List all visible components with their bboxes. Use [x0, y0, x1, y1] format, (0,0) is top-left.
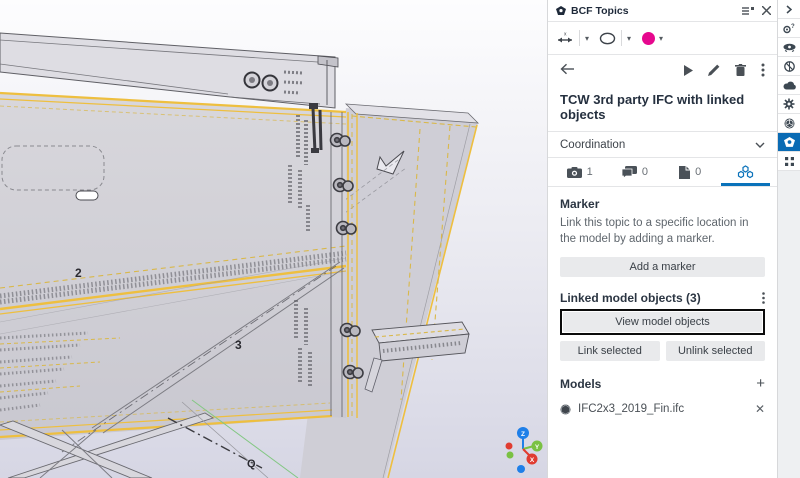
color-picker-icon[interactable]	[641, 31, 656, 46]
view-model-objects-button[interactable]: View model objects	[563, 312, 762, 332]
model-3d-scene: 2 3 Q Z Y X	[0, 0, 547, 478]
rail-empty-area	[778, 171, 800, 478]
comments-icon	[622, 166, 637, 178]
marker-description: Link this topic to a specific location i…	[560, 216, 765, 247]
model-file-icon	[560, 404, 571, 415]
toolbar-separator	[621, 30, 622, 46]
properties-help-button[interactable]: ?	[778, 19, 800, 38]
extensions-button[interactable]	[778, 152, 800, 171]
coordination-tabs: 1 0 0	[548, 158, 777, 187]
bcf-topics-panel: BCF Topics x ▾	[547, 0, 777, 478]
bcf-topics-rail-button[interactable]	[778, 133, 800, 152]
views-button[interactable]	[778, 38, 800, 57]
tutorial-highlight-box: View model objects	[560, 309, 765, 335]
bcf-topics-icon	[556, 6, 566, 16]
axis-x-label: X	[530, 457, 535, 464]
panel-header: BCF Topics	[548, 0, 777, 22]
delete-topic-icon[interactable]	[735, 64, 746, 76]
settings-button[interactable]	[778, 95, 800, 114]
color-picker-dropdown-icon[interactable]: ▾	[659, 34, 663, 43]
markup-toolbar: x ▾ ▾ ▾	[548, 22, 777, 55]
tab-count: 1	[587, 166, 593, 178]
camera-icon	[567, 167, 582, 178]
link-selected-button[interactable]: Link selected	[560, 341, 660, 361]
play-topic-icon[interactable]	[684, 65, 693, 76]
axis-y-label: Y	[535, 444, 540, 451]
ellipse-tool-dropdown-icon[interactable]: ▾	[627, 34, 631, 43]
add-marker-button[interactable]: Add a marker	[560, 257, 765, 277]
coordination-section-header[interactable]: Coordination	[548, 132, 777, 158]
coordination-label: Coordination	[560, 139, 755, 151]
linked-objects-icon	[737, 165, 754, 179]
model-list-item[interactable]: IFC2x3_2019_Fin.ifc ✕	[560, 402, 765, 416]
tab-documents[interactable]: 0	[663, 158, 718, 186]
model-file-name: IFC2x3_2019_Fin.ifc	[578, 403, 748, 415]
tab-linked-objects[interactable]	[718, 158, 773, 186]
back-icon[interactable]	[560, 62, 575, 79]
document-icon	[679, 166, 690, 179]
linked-objects-heading: Linked model objects (3)	[560, 291, 762, 305]
list-view-icon[interactable]	[742, 6, 754, 16]
tab-count: 0	[642, 166, 648, 178]
ellipse-tool-icon[interactable]	[599, 32, 616, 45]
part-label-3: 3	[235, 338, 242, 352]
chevron-down-icon	[755, 142, 765, 148]
right-icon-rail: ?	[777, 0, 800, 478]
linked-objects-more-icon[interactable]	[762, 292, 765, 304]
arrow-tool-dropdown-icon[interactable]: ▾	[585, 34, 589, 43]
grid-label-q: Q	[247, 458, 256, 470]
tab-count: 0	[695, 166, 701, 178]
edit-topic-icon[interactable]	[708, 64, 720, 76]
tab-content: Marker Link this topic to a specific loc…	[548, 187, 777, 478]
topic-more-icon[interactable]	[761, 63, 765, 77]
models-heading: Models	[560, 377, 756, 391]
collapse-panel-button[interactable]	[778, 0, 800, 19]
tab-viewpoints[interactable]: 1	[552, 158, 607, 186]
close-panel-icon[interactable]	[762, 6, 771, 15]
topic-actions	[548, 55, 777, 85]
unlink-selected-button[interactable]: Unlink selected	[666, 341, 766, 361]
clash-sets-button[interactable]	[778, 57, 800, 76]
tab-comments[interactable]: 0	[607, 158, 662, 186]
marker-heading: Marker	[560, 197, 765, 211]
topic-title: TCW 3rd party IFC with linked objects	[548, 85, 777, 132]
arrow-tool-icon[interactable]: x	[556, 31, 574, 45]
remove-model-icon[interactable]: ✕	[755, 402, 765, 416]
panel-title: BCF Topics	[571, 5, 742, 17]
toolbar-separator	[579, 30, 580, 46]
svg-text:?: ?	[791, 24, 795, 30]
cloud-sync-button[interactable]	[778, 76, 800, 95]
part-label-2: 2	[75, 266, 82, 280]
app-window: 2 3 Q Z Y X	[0, 0, 800, 478]
add-model-icon[interactable]: +	[756, 375, 765, 392]
model-viewport[interactable]: 2 3 Q Z Y X	[0, 0, 547, 478]
svg-text:x: x	[564, 32, 567, 38]
model-browser-button[interactable]	[778, 114, 800, 133]
axis-z-label: Z	[521, 431, 525, 438]
